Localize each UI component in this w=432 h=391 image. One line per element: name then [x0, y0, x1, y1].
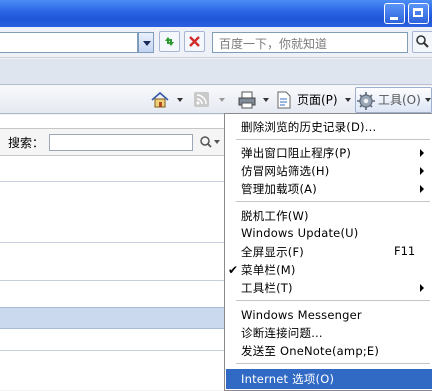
find-input[interactable] — [49, 134, 193, 151]
menu-item-work-offline[interactable]: 脱机工作(W) — [241, 208, 309, 224]
tab-strip — [0, 59, 432, 85]
menu-separator — [236, 300, 430, 301]
fullscreen-shortcut: F11 — [394, 244, 416, 258]
divider — [0, 350, 226, 351]
gear-icon — [357, 92, 375, 110]
search-input[interactable]: 百度一下，你就知道 — [212, 32, 408, 53]
address-dropdown-button[interactable] — [138, 32, 154, 53]
page-menu-button[interactable]: 页面(P) — [297, 91, 338, 108]
divider — [0, 181, 226, 182]
checkmark-icon: ✔ — [228, 263, 239, 277]
menu-item-toolbars[interactable]: 工具栏(T) — [241, 280, 293, 296]
selected-row — [0, 307, 226, 329]
find-label: 搜索： — [8, 136, 45, 150]
stop-icon — [189, 36, 200, 47]
address-input[interactable] — [0, 32, 138, 53]
menu-item-windows-update[interactable]: Windows Update(U) — [241, 226, 358, 240]
menu-separator — [236, 139, 430, 140]
stop-button[interactable] — [184, 31, 205, 52]
tools-dropdown-icon — [425, 98, 431, 102]
menu-item-manage-addons[interactable]: 管理加载项(A) — [241, 181, 317, 197]
menu-item-internet-options[interactable]: Internet 选项(O) — [241, 371, 334, 387]
menu-separator — [236, 363, 430, 364]
maximize-button[interactable] — [408, 3, 429, 24]
home-dropdown-icon[interactable] — [177, 98, 183, 102]
menu-item-phishing-filter[interactable]: 仿冒网站筛选(H) — [241, 163, 329, 179]
menu-item-send-to-onenote[interactable]: 发送至 OneNote(amp;E) — [241, 343, 379, 359]
submenu-arrow-icon — [420, 149, 424, 157]
menu-item-delete-history[interactable]: 删除浏览的历史记录(D)... — [241, 119, 376, 135]
menu-separator — [236, 201, 430, 202]
divider — [0, 280, 226, 281]
find-search-icon[interactable] — [198, 134, 222, 151]
home-icon[interactable] — [150, 91, 170, 109]
tools-menu-label: 工具(O) — [378, 93, 421, 107]
menu-item-fullscreen[interactable]: 全屏显示(F) — [241, 244, 304, 260]
print-dropdown-icon[interactable] — [263, 98, 269, 102]
feeds-icon[interactable] — [193, 91, 211, 109]
menu-item-windows-messenger[interactable]: Windows Messenger — [241, 308, 362, 322]
divider — [0, 242, 226, 243]
print-icon[interactable] — [237, 91, 257, 109]
submenu-arrow-icon — [420, 167, 424, 175]
submenu-arrow-icon — [420, 185, 424, 193]
submenu-arrow-icon — [420, 284, 424, 292]
search-icon — [416, 35, 429, 48]
search-button[interactable] — [412, 31, 432, 53]
page-dropdown-icon[interactable] — [345, 98, 351, 102]
page-icon[interactable] — [276, 91, 292, 109]
menu-item-menu-bar[interactable]: 菜单栏(M) — [241, 262, 296, 278]
menu-item-popup-blocker[interactable]: 弹出窗口阻止程序(P) — [241, 145, 351, 161]
refresh-icon — [165, 37, 174, 46]
minimize-button[interactable] — [384, 3, 405, 24]
refresh-button[interactable] — [159, 31, 180, 52]
feeds-dropdown-icon[interactable] — [219, 98, 225, 102]
title-bar — [0, 0, 432, 27]
menu-item-diagnose-connection[interactable]: 诊断连接问题... — [241, 325, 323, 341]
